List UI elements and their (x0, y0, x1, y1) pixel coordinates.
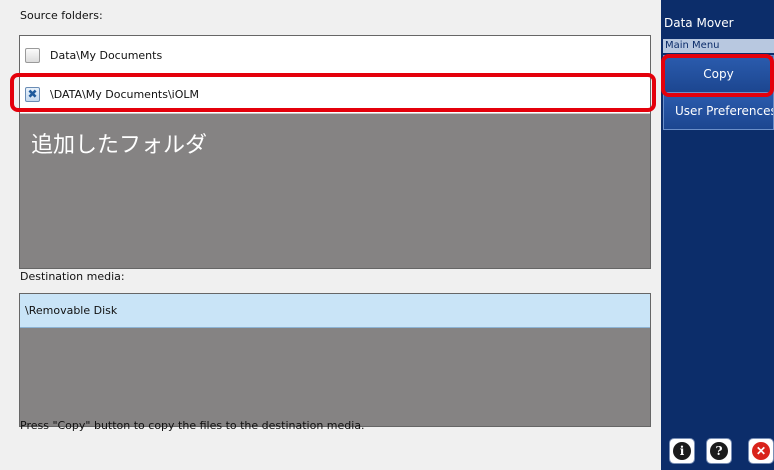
destination-media-label: Destination media: (20, 270, 125, 283)
added-folder-annotation: 追加したフォルダ (31, 133, 208, 158)
menu-subtitle: Main Menu (663, 39, 774, 53)
user-preferences-label: User Preferences... (675, 104, 773, 118)
destination-media-list[interactable]: \Removable Disk (19, 293, 651, 427)
destination-label: \Removable Disk (25, 304, 118, 317)
source-folders-label: Source folders: (20, 9, 103, 22)
folder-checkbox[interactable] (25, 47, 40, 63)
close-icon: ✕ (752, 442, 770, 460)
copy-highlight-frame (661, 54, 774, 97)
app-title: Data Mover (664, 16, 734, 30)
help-button[interactable]: ? (706, 438, 732, 464)
exit-button[interactable]: ✕ (748, 438, 774, 464)
user-preferences-button[interactable]: User Preferences... (663, 92, 774, 130)
help-icon: ? (710, 442, 728, 460)
info-button[interactable]: i (669, 438, 695, 464)
info-icon: i (673, 442, 691, 460)
iolm-highlight-frame (10, 73, 656, 112)
folder-item-data-my-documents[interactable]: Data\My Documents (20, 36, 650, 75)
main-panel: Source folders: Data\My Documents ✖ \DAT… (0, 0, 661, 470)
source-folders-list[interactable]: Data\My Documents ✖ \DATA\My Documents\i… (19, 35, 651, 269)
destination-item-removable-disk[interactable]: \Removable Disk (20, 294, 650, 328)
folder-label: Data\My Documents (50, 48, 163, 62)
status-text: Press "Copy" button to copy the files to… (20, 419, 365, 432)
